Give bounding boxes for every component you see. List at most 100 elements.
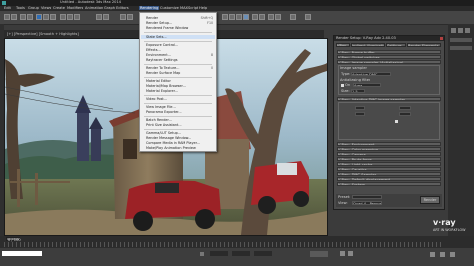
menu-modifiers[interactable]: Modifiers (67, 6, 83, 10)
undo-icon[interactable] (4, 14, 10, 20)
unlink-icon[interactable] (27, 14, 33, 20)
x-coordinate-field[interactable] (210, 251, 228, 256)
rollout-camera[interactable]: V-Ray:: Camera (337, 152, 441, 156)
name-color-rollout[interactable] (450, 46, 472, 50)
menu-item-environment[interactable]: Environment... (146, 53, 171, 57)
material-editor-icon[interactable] (222, 14, 228, 20)
tab-settings[interactable]: Settings (386, 43, 406, 47)
auto-key-button[interactable] (310, 251, 328, 257)
tab-indirect-illumination[interactable]: Indirect illumination (351, 43, 385, 47)
color-threshold-field[interactable] (399, 106, 411, 110)
menu-item-exposure-control[interactable]: Exposure Control... (146, 43, 178, 47)
menu-tools[interactable]: Tools (16, 6, 25, 10)
app-logo-icon[interactable] (2, 1, 6, 5)
menu-item-batch-render[interactable]: Batch Render... (146, 118, 172, 122)
menu-item-render-to-texture[interactable]: Render To Texture... (146, 66, 179, 70)
preset-select[interactable] (352, 195, 382, 199)
menu-customize[interactable]: Customize (160, 6, 179, 10)
menu-item-ram-player[interactable]: Compare Media in RAM Player... (146, 141, 200, 145)
rollout-light-cache[interactable]: V-Ray:: Light cache (337, 162, 441, 166)
render-frame-icon[interactable] (236, 14, 242, 20)
filter-select[interactable]: Area (353, 83, 381, 87)
menu-item-render[interactable]: Render (146, 16, 158, 20)
render-button[interactable]: Render (420, 196, 440, 204)
rotate-icon[interactable] (67, 14, 73, 20)
rollout-frame-buffer[interactable]: V-Ray:: Frame buffer (337, 50, 441, 54)
menu-item-effects[interactable]: Effects... (146, 48, 161, 52)
close-icon[interactable] (440, 37, 443, 40)
show-samples-checkbox[interactable] (395, 120, 398, 123)
rectangle-select-icon[interactable] (50, 14, 56, 20)
redo-icon[interactable] (11, 14, 17, 20)
use-dmc-threshold-field[interactable] (399, 112, 411, 116)
time-slider[interactable]: 0 / 100 (6, 237, 21, 242)
menu-maxscript[interactable]: MAXScript (180, 6, 198, 10)
scale-icon[interactable] (74, 14, 80, 20)
viewport-layout-icon[interactable] (290, 14, 296, 20)
maxscript-listener[interactable] (2, 251, 42, 256)
orbit-icon[interactable] (440, 252, 445, 257)
menu-item-rendered-frame-window[interactable]: Rendered Frame Window (146, 26, 188, 30)
filter-on-checkbox[interactable] (341, 84, 344, 87)
menu-item-render-message-window[interactable]: Render Message Window... (146, 136, 191, 140)
menu-item-render-setup[interactable]: Render Setup... (146, 21, 172, 25)
rollout-brute-force[interactable]: V-Ray:: Brute force (337, 157, 441, 161)
sampler-type-select[interactable]: Adaptive DMC (351, 72, 391, 76)
play-icon[interactable] (340, 251, 345, 256)
next-frame-icon[interactable] (348, 251, 353, 256)
tab-render-elements[interactable]: Render Elements (407, 43, 441, 47)
rollout-default-displacement[interactable]: V-Ray:: Default displacement (337, 177, 441, 181)
menu-item-panorama-exporter[interactable]: Panorama Exporter... (146, 110, 182, 114)
rollout-system[interactable]: V-Ray:: System (337, 182, 441, 186)
snap-icon[interactable] (96, 14, 102, 20)
dialog-titlebar[interactable]: Render Setup: V-Ray Adv 2.40.03 (334, 36, 444, 41)
viewport-label[interactable]: [+] [Perspective] [Smooth + Highlights] (7, 32, 79, 36)
select-by-name-icon[interactable] (43, 14, 49, 20)
rollout-dmc-sampler[interactable]: V-Ray:: DMC Sampler (337, 172, 441, 176)
select-object-icon[interactable] (36, 14, 42, 20)
layer-icon[interactable] (268, 14, 274, 20)
hierarchy-tab-icon[interactable] (465, 28, 470, 33)
menu-group[interactable]: Group (28, 6, 39, 10)
max-subdivs-field[interactable] (355, 112, 365, 116)
size-field[interactable]: 1.5 (351, 89, 365, 93)
timeline[interactable]: 0 / 100 (0, 236, 474, 248)
menu-rendering[interactable]: Rendering (139, 6, 160, 11)
zoom-icon[interactable] (430, 252, 435, 257)
timeline-track[interactable] (4, 242, 444, 247)
align-icon[interactable] (127, 14, 133, 20)
menu-item-material-explorer[interactable]: Material Explorer... (146, 89, 178, 93)
schematic-icon[interactable] (252, 14, 258, 20)
object-type-rollout[interactable] (450, 38, 472, 42)
graphite-icon[interactable] (305, 14, 311, 20)
curve-editor-icon[interactable] (259, 14, 265, 20)
tab-vray[interactable]: VRay (336, 43, 350, 47)
rollout-adaptive-dmc[interactable]: V-Ray:: Adaptive DMC image sampler (337, 97, 441, 101)
y-coordinate-field[interactable] (232, 251, 250, 256)
rollout-environment[interactable]: V-Ray:: Environment (337, 142, 441, 146)
mirror-icon[interactable] (120, 14, 126, 20)
menu-edit[interactable]: Edit (4, 6, 11, 10)
menu-item-render-surface-map[interactable]: Render Surface Map (146, 71, 180, 75)
menu-animation[interactable]: Animation (85, 6, 103, 10)
angle-snap-icon[interactable] (103, 14, 109, 20)
menu-help[interactable]: Help (199, 6, 207, 10)
rollout-caustics[interactable]: V-Ray:: Caustics (337, 167, 441, 171)
create-tab-icon[interactable] (451, 28, 456, 33)
menu-item-animation-preview[interactable]: Make/Play Animation Preview (146, 146, 196, 150)
menu-item-state-sets[interactable]: State Sets... (146, 35, 167, 39)
move-icon[interactable] (60, 14, 66, 20)
menu-item-print-size-assistant[interactable]: Print Size Assistant... (146, 123, 182, 127)
menu-item-gamma-lut-setup[interactable]: Gamma/LUT Setup... (146, 131, 181, 135)
view-select[interactable]: Quad 4 - Perspe (352, 201, 382, 205)
z-coordinate-field[interactable] (254, 251, 272, 256)
menu-create[interactable]: Create (53, 6, 65, 10)
select-link-icon[interactable] (20, 14, 26, 20)
render-teapot-icon[interactable] (243, 14, 249, 20)
menu-item-material-map-browser[interactable]: Material/Map Browser... (146, 84, 186, 88)
selection-lock-icon[interactable] (200, 252, 204, 256)
scene-explorer-icon[interactable] (275, 14, 281, 20)
rollout-image-sampler[interactable]: V-Ray:: Image sampler (Antialiasing) (337, 60, 441, 64)
menu-item-material-editor[interactable]: Material Editor (146, 79, 171, 83)
menu-item-raytracer-settings[interactable]: Raytracer Settings (146, 58, 178, 62)
